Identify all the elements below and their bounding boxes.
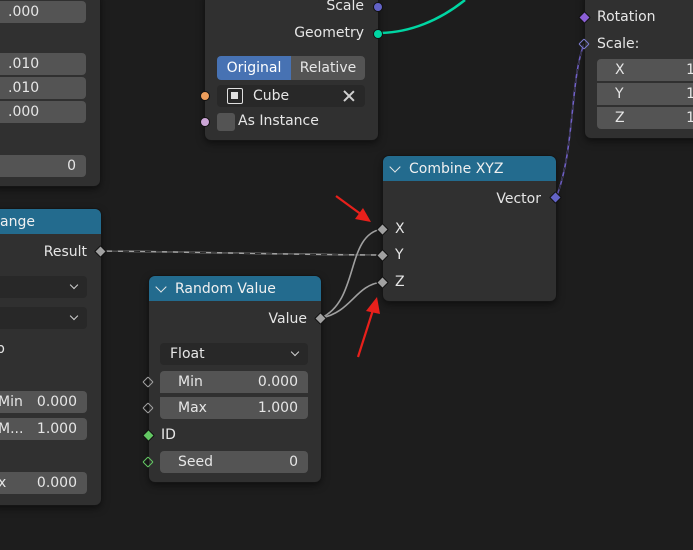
arrow-to-x-icon [335,195,371,222]
id-label: ID [161,427,176,443]
scale-y-field[interactable]: Y 1 [597,83,693,105]
field-label: Min [178,374,203,390]
as-instance-input-socket[interactable] [200,117,210,127]
clamp-label-partial: p [0,341,5,357]
field-value: 0 [67,158,76,174]
axis-value: 1 [686,110,693,126]
object-input-socket[interactable] [200,91,210,101]
axis-label: Y [615,86,624,102]
node-title: Combine XYZ [409,160,504,177]
top-left-node: .000 .010 .010 .000 0 [0,0,100,186]
result-to-y-link [100,250,383,256]
value-field-1[interactable]: .000 [0,1,86,23]
field-label: Max [178,400,207,416]
seed-field[interactable]: Seed 0 [160,451,308,473]
field-label: x [0,475,7,491]
clear-icon[interactable] [343,90,355,102]
axis-label: Z [615,110,625,126]
combine-xyz-header[interactable]: Combine XYZ [383,156,556,181]
field-value: 0.000 [36,394,77,410]
from-max-field[interactable]: M... 1.000 [0,418,87,440]
value-to-x-link [320,228,383,319]
field-value: .010 [8,56,40,72]
chevron-down-icon [69,311,79,321]
object-field-value: Cube [253,88,290,104]
field-value: 0 [289,454,298,470]
value-field-4[interactable]: .000 [0,101,86,123]
field-label: Seed [178,454,213,470]
value-output-label: Value [268,311,307,327]
scale-output-label: Scale [326,0,364,14]
field-label: M... [0,421,24,437]
result-to-y-link-dash [100,250,383,256]
scale-x-field[interactable]: X 1 [597,59,693,81]
result-output-label: Result [43,244,87,260]
combine-xyz-node: Combine XYZ Vector X Y Z [383,156,556,301]
field-value: 0.000 [257,374,298,390]
value-field-3[interactable]: .010 [0,77,86,99]
transform-node: Rotation Scale: X 1 Y 1 Z 1 [585,0,693,138]
axis-label: X [615,62,625,78]
random-value-node: Random Value Value Float Min 0.000 Max 1… [149,276,321,482]
x-input-label: X [395,221,405,237]
to-max-field[interactable]: x 0.000 [0,472,87,494]
value-field-2[interactable]: .010 [0,53,86,75]
geometry-link [377,0,466,35]
scale-z-field[interactable]: Z 1 [597,107,693,129]
map-range-header[interactable]: ange [0,209,101,234]
scale-label: Scale: [597,36,640,52]
field-value: 1.000 [257,400,298,416]
chevron-down-icon [290,347,300,357]
random-value-header[interactable]: Random Value [149,276,321,301]
field-value: .010 [8,80,40,96]
geometry-output-socket[interactable] [373,29,383,39]
chevron-down-icon [69,280,79,290]
interpolation-select[interactable] [0,307,87,329]
from-min-field[interactable]: Min 0.000 [0,391,87,413]
geometry-output-label: Geometry [294,25,364,41]
map-range-node: ange Result p Min 0.000 M... 1.000 x 0.0… [0,209,101,505]
data-type-select[interactable] [0,276,87,298]
rotation-label: Rotation [597,9,656,25]
value-to-z-link [320,281,383,319]
arrow-to-z-icon [356,297,380,358]
axis-value: 1 [686,62,693,78]
as-instance-label: As Instance [238,113,319,129]
relative-button[interactable]: Relative [291,56,365,80]
object-info-node: Scale Geometry Original Relative Cube As… [205,0,378,140]
field-label: Min [0,394,23,410]
vector-link [555,43,585,199]
data-type-value: Float [170,346,205,362]
z-input-label: Z [395,274,405,290]
axis-value: 1 [686,86,693,102]
node-title: Random Value [175,280,276,297]
min-field[interactable]: Min 0.000 [160,371,308,393]
data-type-select[interactable]: Float [160,343,308,365]
vector-output-label: Vector [496,191,541,207]
transform-space-toggle: Original Relative [217,56,365,80]
collapse-chevron-icon[interactable] [389,160,401,173]
field-value: .000 [8,4,40,20]
node-title: ange [0,213,35,230]
max-field[interactable]: Max 1.000 [160,397,308,419]
field-value: .000 [8,104,40,120]
scale-output-socket[interactable] [373,2,383,12]
int-field[interactable]: 0 [0,155,86,177]
field-value: 0.000 [36,475,77,491]
original-button[interactable]: Original [217,56,291,80]
collapse-chevron-icon[interactable] [155,280,167,293]
vector-link-dash [555,43,585,199]
object-field[interactable]: Cube [217,85,365,107]
y-input-label: Y [395,247,404,263]
field-value: 1.000 [36,421,77,437]
object-icon [227,88,243,104]
as-instance-checkbox[interactable] [217,113,235,131]
